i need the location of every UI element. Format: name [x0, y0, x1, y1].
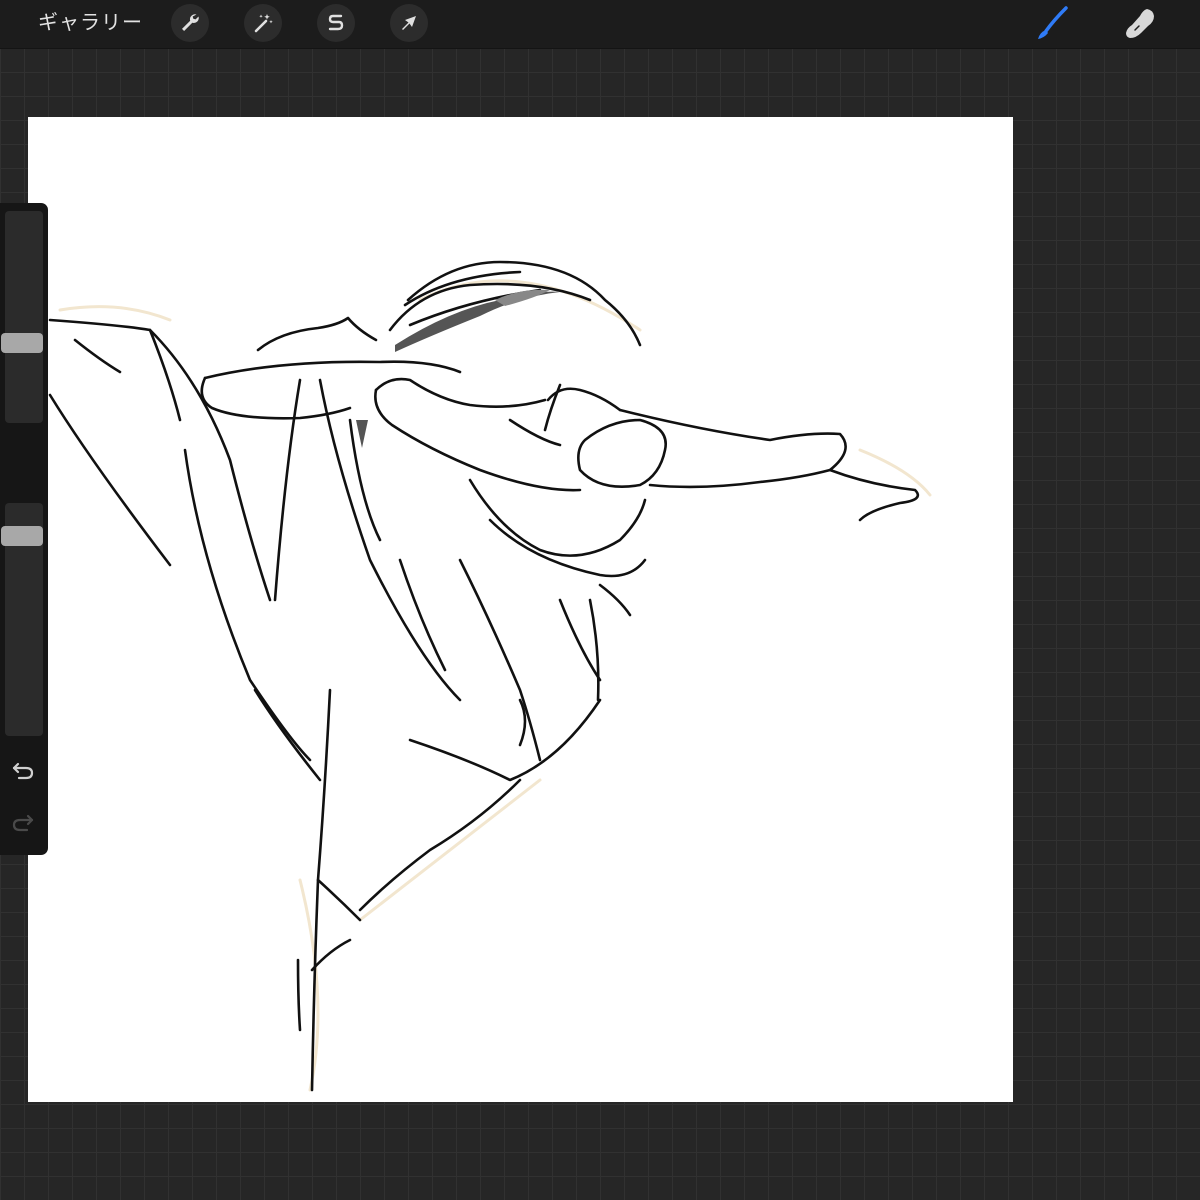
brush-icon: [1038, 6, 1068, 39]
actions-button[interactable]: [171, 4, 209, 42]
undo-button[interactable]: [9, 756, 37, 784]
undo-icon: [12, 762, 34, 780]
redo-button[interactable]: [9, 808, 37, 836]
top-toolbar: ギャラリー: [0, 0, 1200, 49]
arrow-cursor-icon: [402, 16, 416, 30]
adjustments-button[interactable]: [244, 4, 282, 42]
drawing-canvas[interactable]: [28, 117, 1013, 1102]
brush-size-thumb[interactable]: [1, 333, 43, 353]
sketch-artwork: [48, 260, 932, 1092]
brush-size-slider[interactable]: [1, 211, 43, 423]
redo-icon: [12, 814, 34, 832]
gallery-button[interactable]: ギャラリー: [38, 10, 143, 34]
transform-button[interactable]: [390, 4, 428, 42]
left-sidebar: [0, 203, 48, 855]
brush-tool[interactable]: [1032, 4, 1072, 44]
smudge-tool[interactable]: [1120, 4, 1160, 44]
wrench-icon: [182, 14, 199, 31]
selection-button[interactable]: [317, 4, 355, 42]
selection-s-icon: [328, 14, 344, 31]
opacity-slider[interactable]: [1, 503, 43, 736]
smudge-finger-icon: [1126, 9, 1154, 38]
opacity-thumb[interactable]: [1, 526, 43, 546]
magic-wand-icon: [254, 14, 273, 33]
